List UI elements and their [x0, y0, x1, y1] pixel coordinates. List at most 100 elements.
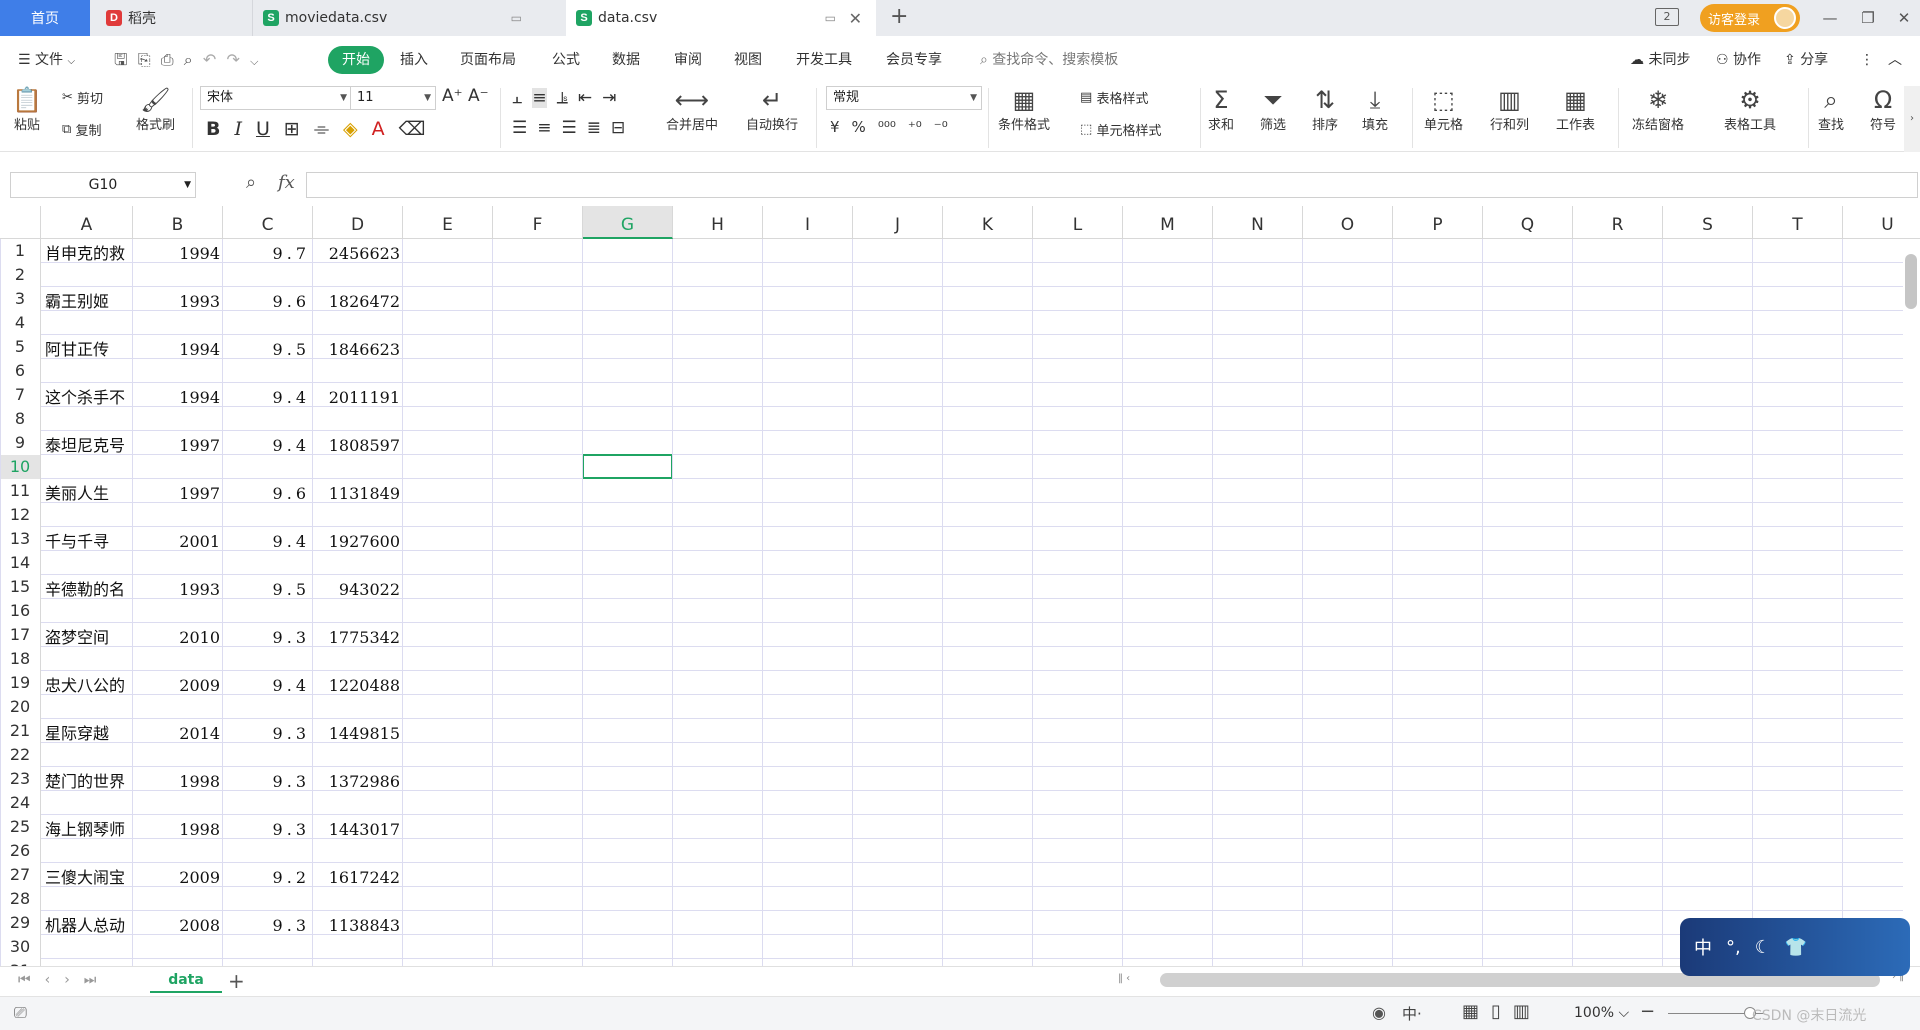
name-box[interactable]: G10 ▼ [10, 172, 196, 198]
cell-d[interactable] [313, 503, 403, 527]
cell-d[interactable] [313, 935, 403, 959]
cell-a[interactable] [45, 839, 133, 863]
cell-a[interactable] [45, 503, 133, 527]
cell-a[interactable] [45, 599, 133, 623]
column-header[interactable]: N [1213, 206, 1303, 239]
select-all-corner[interactable] [0, 206, 41, 239]
cell-d[interactable] [313, 407, 403, 431]
cell-d[interactable]: 1138843 [313, 911, 403, 935]
cell-a[interactable]: 美丽人生 [45, 479, 133, 503]
row-header[interactable]: 15 [0, 575, 41, 599]
cell-b[interactable]: 2009 [133, 671, 223, 695]
cell-b[interactable] [133, 551, 223, 575]
cell-d[interactable]: 2011191 [313, 383, 403, 407]
cell-d[interactable] [313, 263, 403, 287]
row-header[interactable]: 24 [0, 791, 41, 815]
split-handle-icon[interactable]: ‖ ‹ [1118, 973, 1134, 984]
print-preview-icon[interactable]: ⌕ [184, 50, 193, 69]
zoom-level[interactable]: 100% ⌵ [1574, 1005, 1629, 1021]
row-header[interactable]: 5 [0, 335, 41, 359]
view-mode-buttons[interactable]: ▦▯▥ [1462, 1001, 1542, 1022]
cell-a[interactable] [45, 791, 133, 815]
tab-data[interactable]: 数据 [612, 46, 640, 74]
cell-d[interactable]: 1826472 [313, 287, 403, 311]
cell-c[interactable] [223, 455, 313, 479]
row-header[interactable]: 9 [0, 431, 41, 455]
align-top-icon[interactable]: ⫠ [512, 88, 522, 108]
eye-protection-icon[interactable]: ◉ [1372, 1003, 1386, 1022]
column-header[interactable]: R [1573, 206, 1663, 239]
cell-b[interactable]: 2001 [133, 527, 223, 551]
input-language-button[interactable]: 中· [1402, 1003, 1422, 1024]
cell-d[interactable] [313, 551, 403, 575]
cell-c[interactable]: 9.6 [223, 479, 313, 503]
column-header[interactable]: B [133, 206, 223, 239]
cell-c[interactable]: 9.4 [223, 527, 313, 551]
pin-window-icon[interactable]: ▭ [511, 11, 522, 25]
row-header[interactable]: 14 [0, 551, 41, 575]
zoom-out-icon[interactable]: − [1640, 1001, 1655, 1022]
cell-b[interactable] [133, 263, 223, 287]
row-header[interactable]: 1 [0, 239, 41, 263]
tab-developer[interactable]: 开发工具 [796, 46, 852, 74]
cell-b[interactable] [133, 311, 223, 335]
guest-login-button[interactable]: 访客登录 [1700, 4, 1800, 32]
thousands-separator-icon[interactable]: ⁰⁰⁰ [878, 118, 896, 136]
column-header[interactable]: I [763, 206, 853, 239]
cell-c[interactable] [223, 551, 313, 575]
cell-a[interactable] [45, 695, 133, 719]
underline-icon[interactable]: U [256, 118, 270, 140]
cell-a[interactable]: 海上钢琴师 [45, 815, 133, 839]
cell-c[interactable] [223, 839, 313, 863]
minimize-button[interactable]: — [1818, 6, 1842, 30]
cell-a[interactable] [45, 263, 133, 287]
conditional-format-button[interactable]: ▦ 条件格式 [998, 86, 1050, 133]
row-header[interactable]: 3 [0, 287, 41, 311]
row-header[interactable]: 27 [0, 863, 41, 887]
cell-a[interactable] [45, 887, 133, 911]
font-size-select[interactable]: 11 ▼ [350, 86, 436, 110]
cell-a[interactable]: 这个杀手不 [45, 383, 133, 407]
spreadsheet-grid[interactable]: ABCDEFGHIJKLMNOPQRSTU 1 肖申克的救 1994 9.7 24566… [0, 206, 1920, 966]
cell-d[interactable] [313, 695, 403, 719]
cell-b[interactable] [133, 503, 223, 527]
row-header[interactable]: 28 [0, 887, 41, 911]
export-pdf-icon[interactable]: ⎘ [138, 50, 151, 69]
collapse-ribbon-icon[interactable]: ︿ [1888, 46, 1902, 74]
cell-a[interactable]: 盗梦空间 [45, 623, 133, 647]
align-middle-icon[interactable]: ≡ [532, 88, 547, 108]
table-style-button[interactable]: ▤ 表格样式 [1080, 88, 1148, 107]
row-header[interactable]: 23 [0, 767, 41, 791]
cell-a[interactable]: 机器人总动 [45, 911, 133, 935]
save-icon[interactable]: 🖫 [114, 50, 128, 69]
tab-view[interactable]: 视图 [734, 46, 762, 74]
cell-a[interactable]: 辛德勒的名 [45, 575, 133, 599]
decrease-font-icon[interactable]: A⁻ [468, 86, 489, 106]
row-header[interactable]: 19 [0, 671, 41, 695]
row-header[interactable]: 18 [0, 647, 41, 671]
font-name-select[interactable]: 宋体 ▼ [200, 86, 352, 110]
column-header[interactable]: O [1303, 206, 1393, 239]
cell-a[interactable]: 楚门的世界 [45, 767, 133, 791]
format-painter-button[interactable]: 🖌 格式刷 [136, 86, 175, 133]
worksheet-button[interactable]: ▦ 工作表 [1556, 86, 1595, 133]
cell-b[interactable] [133, 791, 223, 815]
freeze-panes-button[interactable]: ❄ 冻结窗格 [1632, 86, 1684, 133]
cell-c[interactable] [223, 311, 313, 335]
cell-b[interactable]: 2008 [133, 911, 223, 935]
sort-button[interactable]: ⇅ 排序 [1312, 86, 1338, 133]
cell-a[interactable]: 星际穿越 [45, 719, 133, 743]
cell-a[interactable] [45, 743, 133, 767]
new-tab-button[interactable]: + [890, 4, 908, 29]
cell-c[interactable]: 9.3 [223, 815, 313, 839]
customize-dropdown-icon[interactable]: ⌵ [250, 55, 258, 68]
cell-c[interactable]: 9.4 [223, 383, 313, 407]
cell-b[interactable]: 1994 [133, 383, 223, 407]
cell-d[interactable] [313, 791, 403, 815]
align-left-icon[interactable]: ☰ [512, 118, 527, 138]
table-tools-button[interactable]: ⚙ 表格工具 [1724, 86, 1776, 133]
cell-a[interactable] [45, 935, 133, 959]
tab-member[interactable]: 会员专享 [886, 46, 942, 74]
cell-c[interactable] [223, 599, 313, 623]
close-window-button[interactable]: ✕ [1892, 6, 1916, 30]
